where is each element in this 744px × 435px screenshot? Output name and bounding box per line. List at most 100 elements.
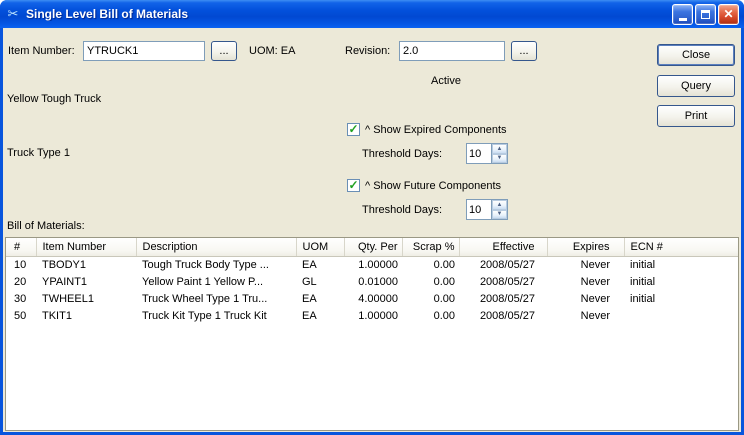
- expired-components-checkbox[interactable]: ✓ ^ Show Expired Components: [347, 123, 507, 136]
- item-number-input[interactable]: [83, 41, 205, 61]
- spinner-buttons: ▲ ▼: [491, 200, 507, 219]
- titlebar-buttons: ✕: [672, 3, 739, 25]
- revision-browse-button[interactable]: ...: [511, 41, 537, 61]
- future-threshold-label: Threshold Days:: [362, 204, 443, 216]
- table-cell: initial: [630, 292, 656, 305]
- maximize-icon: [701, 9, 710, 19]
- item-description: Yellow Tough Truck: [7, 93, 102, 105]
- table-cell: Never: [580, 275, 610, 288]
- bom-table: # Item Number Description UOM Qty. Per Scrap …: [5, 237, 739, 431]
- table-cell: YPAINT1: [42, 275, 88, 288]
- window-title: Single Level Bill of Materials: [26, 7, 189, 21]
- spinner-down-button[interactable]: ▼: [492, 153, 507, 163]
- spinner-up-button[interactable]: ▲: [492, 144, 507, 154]
- table-cell: 20: [14, 275, 27, 288]
- maximize-button[interactable]: [695, 3, 716, 25]
- table-cell: 50: [14, 309, 27, 322]
- app-icon[interactable]: ✂: [5, 6, 21, 22]
- spinner-down-button[interactable]: ▼: [492, 209, 507, 219]
- column-header[interactable]: Expires: [547, 238, 625, 257]
- table-cell: 1.00000: [358, 309, 398, 322]
- window: ✂ Single Level Bill of Materials ✕ Item …: [0, 0, 744, 435]
- table-cell: EA: [302, 309, 317, 322]
- table-cell: TKIT1: [42, 309, 72, 322]
- minimize-button[interactable]: [672, 3, 693, 25]
- table-cell: 0.00: [433, 258, 455, 271]
- dialog-content: Item Number: ... UOM: EA Revision: ... C…: [3, 28, 741, 432]
- query-button[interactable]: Query: [657, 75, 735, 97]
- future-threshold-input[interactable]: [467, 200, 491, 219]
- status-text: Active: [431, 75, 461, 87]
- table-cell: Never: [580, 309, 610, 322]
- column-header[interactable]: Scrap %: [402, 238, 460, 257]
- table-cell: 0.00: [433, 309, 455, 322]
- revision-label: Revision:: [345, 45, 391, 57]
- table-cell: 2008/05/27: [479, 275, 535, 288]
- close-window-button[interactable]: ✕: [718, 3, 739, 25]
- table-cell: Never: [580, 258, 610, 271]
- table-row[interactable]: 20 YPAINT1 Yellow Paint 1 Yellow P... GL 0.0…: [6, 273, 738, 290]
- checkbox-label: ^ Show Future Components: [365, 179, 502, 192]
- table-cell: 2008/05/27: [479, 292, 535, 305]
- bom-table-body: 10 TBODY1 Tough Truck Body Type ... EA 1.000…: [6, 256, 738, 324]
- print-button[interactable]: Print: [657, 105, 735, 127]
- spinner-buttons: ▲ ▼: [491, 144, 507, 163]
- future-threshold-spinner: ▲ ▼: [466, 199, 508, 220]
- check-mark-icon: ✓: [348, 122, 359, 136]
- bom-section-label: Bill of Materials:: [7, 220, 85, 232]
- table-cell: initial: [630, 258, 656, 271]
- table-cell: Yellow Paint 1 Yellow P...: [142, 275, 264, 288]
- column-header[interactable]: UOM: [296, 238, 345, 257]
- table-cell: 2008/05/27: [479, 309, 535, 322]
- table-cell: [624, 307, 738, 324]
- table-cell: 2008/05/27: [479, 258, 535, 271]
- checkbox-icon: ✓: [347, 123, 360, 136]
- column-header[interactable]: Item Number: [36, 238, 137, 257]
- table-row[interactable]: 50 TKIT1 Truck Kit Type 1 Truck Kit EA 1.000…: [6, 307, 738, 324]
- column-header[interactable]: Qty. Per: [344, 238, 403, 257]
- checkbox-label: ^ Show Expired Components: [365, 123, 507, 136]
- item-number-browse-button[interactable]: ...: [211, 41, 237, 61]
- titlebar[interactable]: ✂ Single Level Bill of Materials ✕: [0, 0, 744, 28]
- table-cell: 0.00: [433, 292, 455, 305]
- table-cell: Never: [580, 292, 610, 305]
- arrow-up-icon: ▲: [496, 145, 503, 152]
- table-cell: initial: [630, 275, 656, 288]
- table-cell: TBODY1: [42, 258, 87, 271]
- table-cell: Truck Kit Type 1 Truck Kit: [142, 309, 267, 322]
- column-header[interactable]: ECN #: [624, 238, 738, 257]
- table-header-row: # Item Number Description UOM Qty. Per Scrap …: [6, 238, 738, 257]
- table-row[interactable]: 10 TBODY1 Tough Truck Body Type ... EA 1.000…: [6, 256, 738, 273]
- expired-threshold-input[interactable]: [467, 144, 491, 163]
- table-cell: TWHEEL1: [42, 292, 94, 305]
- expired-threshold-label: Threshold Days:: [362, 148, 443, 160]
- close-icon: ✕: [723, 7, 734, 21]
- table-cell: 0.00: [433, 275, 455, 288]
- check-mark-icon: ✓: [348, 178, 359, 192]
- revision-input[interactable]: [399, 41, 505, 61]
- minimize-icon: [678, 17, 687, 21]
- table-cell: GL: [302, 275, 317, 288]
- future-components-checkbox[interactable]: ✓ ^ Show Future Components: [347, 179, 501, 192]
- uom-label: UOM: EA: [249, 45, 296, 57]
- table-cell: Truck Wheel Type 1 Tru...: [142, 292, 268, 305]
- table-row[interactable]: 30 TWHEEL1 Truck Wheel Type 1 Tru... EA 4.00…: [6, 290, 738, 307]
- checkbox-icon: ✓: [347, 179, 360, 192]
- arrow-down-icon: ▼: [496, 155, 503, 162]
- table-cell: 0.01000: [358, 275, 398, 288]
- item-number-label: Item Number:: [8, 45, 75, 57]
- column-header[interactable]: Effective: [459, 238, 548, 257]
- column-header[interactable]: #: [6, 238, 37, 257]
- table-cell: 1.00000: [358, 258, 398, 271]
- arrow-up-icon: ▲: [496, 201, 503, 208]
- table-cell: 10: [14, 258, 27, 271]
- arrow-down-icon: ▼: [496, 211, 503, 218]
- item-note: Truck Type 1: [7, 147, 70, 159]
- close-button[interactable]: Close: [657, 44, 735, 66]
- table-cell: 4.00000: [358, 292, 398, 305]
- expired-threshold-spinner: ▲ ▼: [466, 143, 508, 164]
- column-header[interactable]: Description: [136, 238, 297, 257]
- table-cell: 30: [14, 292, 27, 305]
- spinner-up-button[interactable]: ▲: [492, 200, 507, 210]
- table-cell: Tough Truck Body Type ...: [142, 258, 269, 271]
